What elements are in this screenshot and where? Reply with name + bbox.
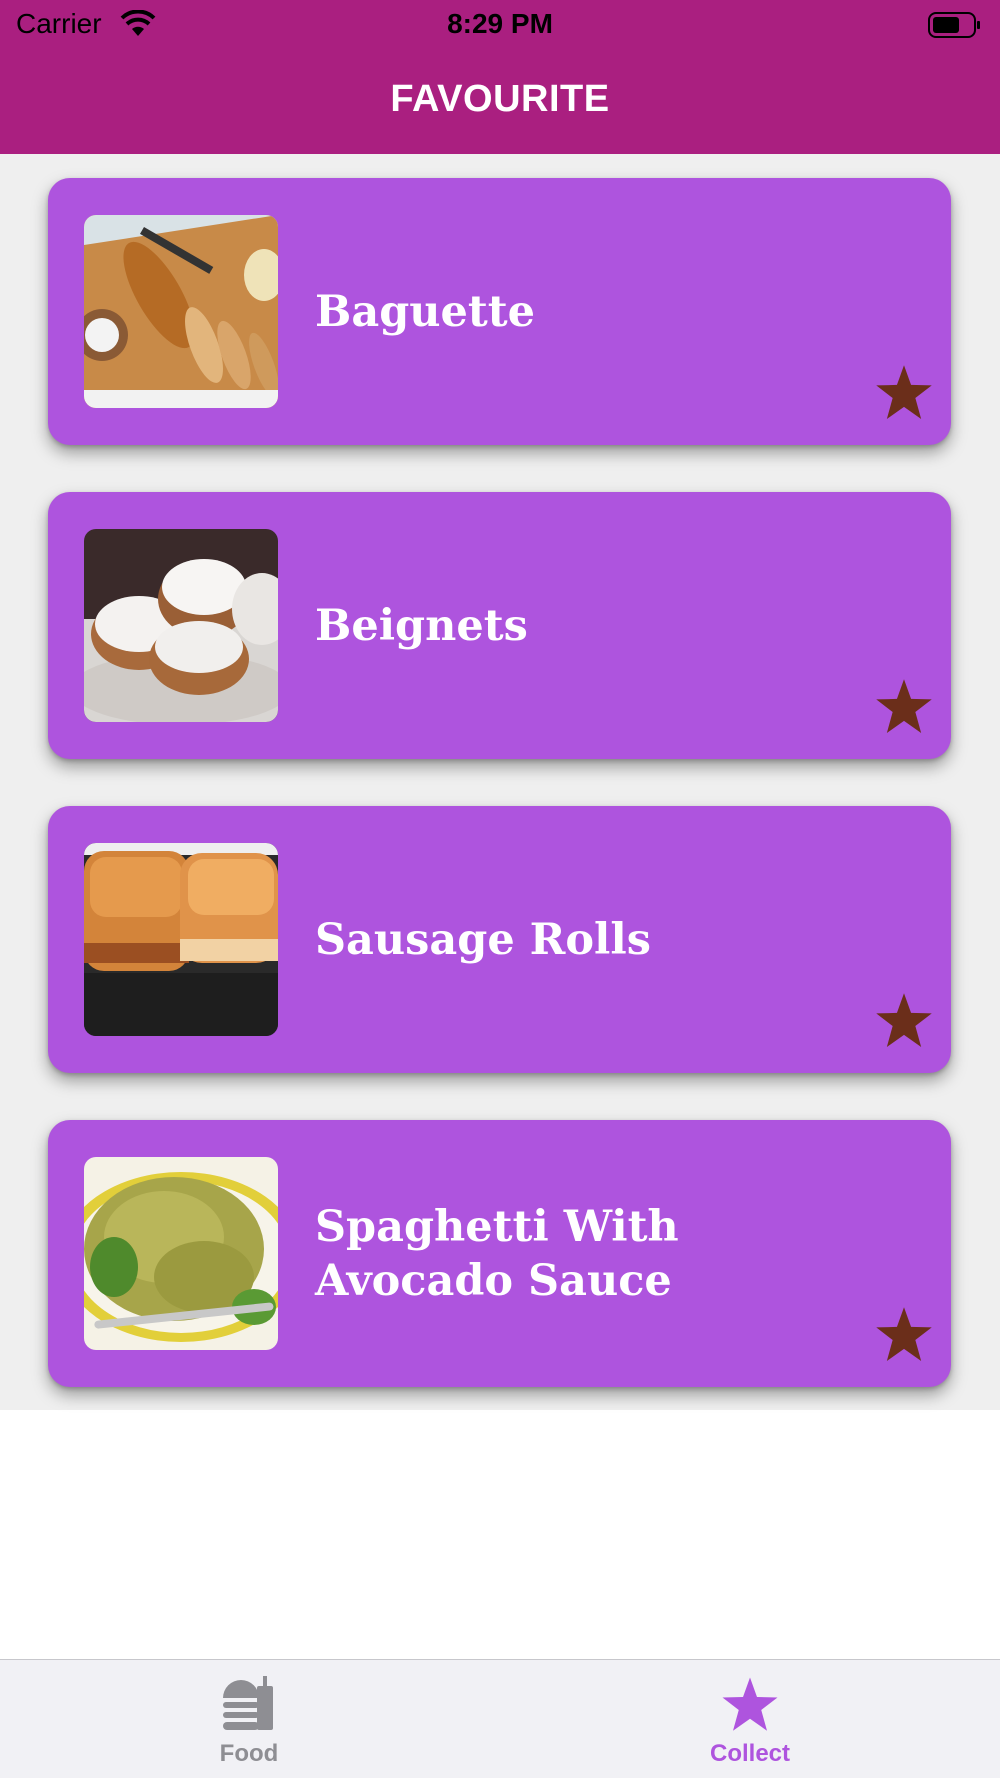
favourite-name: Beignets [315, 600, 528, 651]
status-time: 8:29 PM [447, 8, 553, 39]
baguette-image [84, 215, 278, 408]
tab-bar: Food Collect [0, 1659, 1000, 1778]
favourite-name: Baguette [315, 286, 535, 337]
favourite-card-spaghetti[interactable]: Spaghetti With Avocado Sauce [48, 1120, 951, 1387]
navigation-header: Carrier 8:29 PM FAVOURITE [0, 0, 1000, 154]
favourite-card-beignets[interactable]: Beignets [48, 492, 951, 759]
tab-label: Food [219, 1740, 279, 1767]
beignets-image [84, 529, 278, 722]
tab-collect[interactable]: Collect [650, 1660, 850, 1778]
sausage-rolls-image [84, 843, 278, 1036]
favourite-star-icon[interactable] [873, 1306, 935, 1364]
spaghetti-image [84, 1157, 278, 1350]
battery-icon [928, 12, 980, 38]
favourite-name: Spaghetti With Avocado Sauce [315, 1201, 679, 1306]
status-bar: Carrier 8:29 PM [0, 0, 1000, 50]
tab-food[interactable]: Food [149, 1660, 349, 1778]
page-title: FAVOURITE [390, 78, 610, 120]
favourite-name: Sausage Rolls [315, 914, 651, 965]
food-icon [223, 1676, 273, 1730]
tab-label: Collect [709, 1740, 790, 1767]
favourite-star-icon[interactable] [873, 992, 935, 1050]
favourite-star-icon[interactable] [873, 678, 935, 736]
star-icon [722, 1677, 778, 1731]
favourite-card-sausage-rolls[interactable]: Sausage Rolls [48, 806, 951, 1073]
favourites-list[interactable]: Baguette Beignets Sausage Rolls Spaghett… [0, 154, 1000, 1410]
favourite-star-icon[interactable] [873, 364, 935, 422]
favourite-card-baguette[interactable]: Baguette [48, 178, 951, 445]
